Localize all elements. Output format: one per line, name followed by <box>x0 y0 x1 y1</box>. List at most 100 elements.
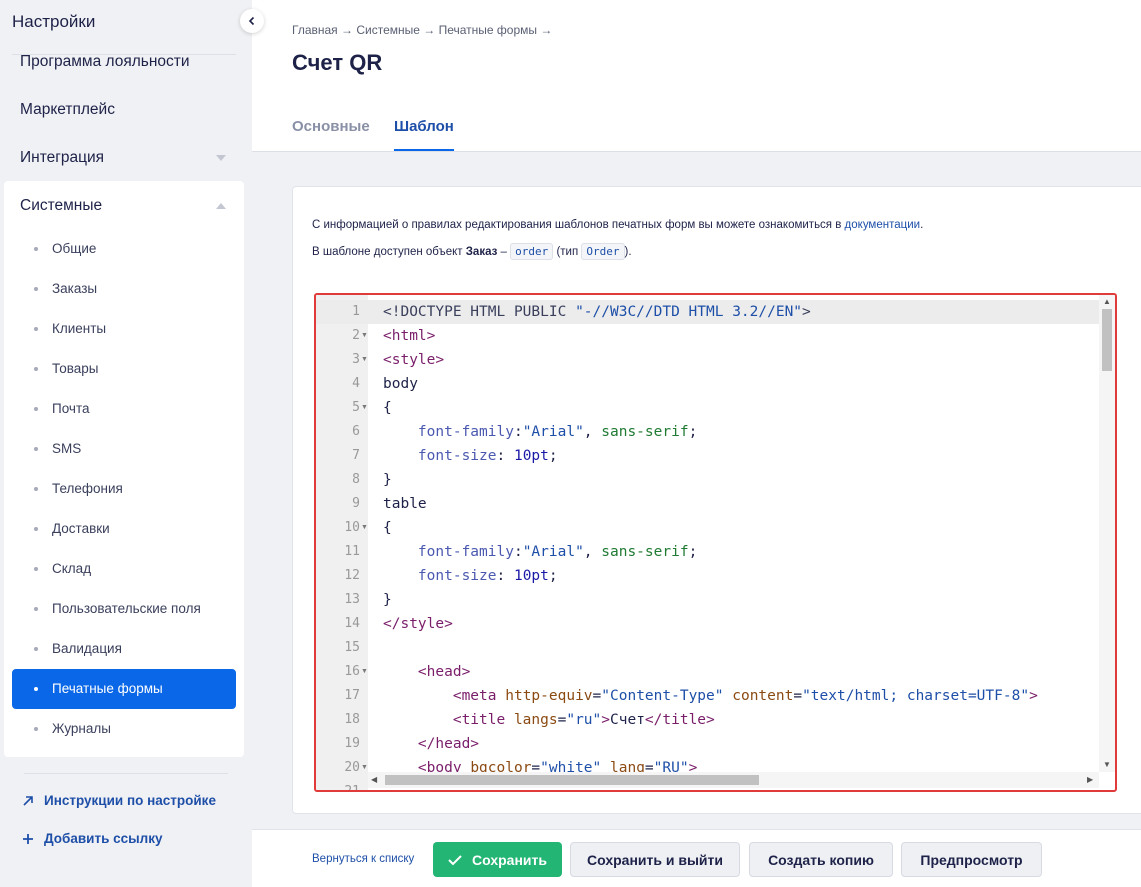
fold-toggle-icon[interactable]: ▼ <box>361 516 368 540</box>
sidebar-item-label: Системные <box>20 197 103 214</box>
code-line[interactable]: font-family:"Arial", sans-serif; <box>383 420 697 444</box>
instructions-link[interactable]: Инструкции по настройке <box>22 793 216 808</box>
sidebar-subitem-telephony[interactable]: Телефония <box>12 469 236 509</box>
code-line[interactable]: <meta http-equiv="Content-Type" content=… <box>383 684 1038 708</box>
line-number: 3 <box>352 352 360 367</box>
sidebar-subitem-custom-fields[interactable]: Пользовательские поля <box>12 589 236 629</box>
bullet <box>34 647 38 651</box>
tab-main[interactable]: Основные <box>292 118 370 149</box>
save-and-exit-button[interactable]: Сохранить и выйти <box>570 842 740 877</box>
sidebar-subitem-label: Телефония <box>52 481 123 496</box>
code-line[interactable]: font-size: 10pt; <box>383 564 558 588</box>
sidebar-item-integration[interactable]: Интеграция <box>20 149 240 167</box>
code-line[interactable]: table <box>383 492 427 516</box>
code-line[interactable]: <!DOCTYPE HTML PUBLIC "-//W3C//DTD HTML … <box>383 300 811 324</box>
scroll-down-arrow-icon[interactable]: ▼ <box>1103 760 1111 769</box>
line-number: 9 <box>352 496 360 511</box>
documentation-link[interactable]: документации <box>845 219 921 231</box>
bullet <box>34 727 38 731</box>
sidebar-subitem-logs[interactable]: Журналы <box>12 709 236 749</box>
variable-chip: order <box>510 243 554 260</box>
sidebar-subitem-label: Пользовательские поля <box>52 601 201 616</box>
line-number: 19 <box>344 736 360 751</box>
line-number: 2 <box>352 328 360 343</box>
line-number: 14 <box>344 616 360 631</box>
bullet <box>34 327 38 331</box>
code-line[interactable]: <html> <box>383 324 435 348</box>
fold-toggle-icon[interactable]: ▼ <box>361 660 368 684</box>
sidebar-subitem-label: Клиенты <box>52 321 107 336</box>
sidebar-subitem-warehouse[interactable]: Склад <box>12 549 236 589</box>
sidebar-subitem-products[interactable]: Товары <box>12 349 236 389</box>
sidebar-subitem-validation[interactable]: Валидация <box>12 629 236 669</box>
check-icon <box>448 854 462 865</box>
info-text: В шаблоне доступен объект <box>312 246 466 258</box>
bullet <box>34 487 38 491</box>
line-number: 4 <box>352 376 360 391</box>
save-button[interactable]: Сохранить <box>433 842 562 877</box>
scroll-right-arrow-icon[interactable]: ▶ <box>1087 775 1093 784</box>
sidebar-item-system[interactable]: Системные <box>20 197 240 215</box>
sidebar-subitem-delivery[interactable]: Доставки <box>12 509 236 549</box>
sidebar-subitem-general[interactable]: Общие <box>12 229 236 269</box>
arrow-up-right-icon <box>23 795 33 806</box>
line-number: 20 <box>344 760 360 775</box>
code-line[interactable]: { <box>383 516 392 540</box>
vertical-scrollbar[interactable]: ▲ ▼ <box>1099 295 1115 772</box>
sidebar-subitem-label: Журналы <box>52 721 111 736</box>
code-line[interactable]: <title langs="ru">Счет</title> <box>383 708 715 732</box>
code-line[interactable]: font-size: 10pt; <box>383 444 558 468</box>
breadcrumb[interactable]: Главная → Системные → Печатные формы → <box>292 23 552 37</box>
sidebar-subitem-label: Общие <box>52 241 97 256</box>
horizontal-scrollbar[interactable]: ◀ ▶ <box>368 772 1099 788</box>
code-editor[interactable]: 1 2 ▼ 3 ▼ 4 5 ▼ 6 7 8 9 10 ▼ 11 12 13 14 15 16 ▼ 17 18 19 20 ▼ 21 … <box>314 293 1117 792</box>
sidebar-subitem-sms[interactable]: SMS <box>12 429 236 469</box>
horizontal-scroll-thumb[interactable] <box>385 775 759 785</box>
object-name: Заказ <box>465 246 498 258</box>
fold-toggle-icon[interactable]: ▼ <box>361 348 368 372</box>
sidebar-item-label: Программа лояльности <box>20 53 190 70</box>
line-number: 16 <box>344 664 360 679</box>
code-line[interactable]: } <box>383 588 392 612</box>
sidebar-subitem-mail[interactable]: Почта <box>12 389 236 429</box>
code-line[interactable]: <style> <box>383 348 444 372</box>
divider <box>24 773 228 774</box>
sidebar-item-loyalty[interactable]: Программа лояльности <box>20 53 190 71</box>
code-line[interactable]: { <box>383 396 392 420</box>
back-to-list-link[interactable]: Вернуться к списку <box>312 853 414 865</box>
scroll-up-arrow-icon[interactable]: ▲ <box>1103 297 1111 306</box>
code-line[interactable]: </style> <box>383 612 453 636</box>
vertical-scroll-thumb[interactable] <box>1102 309 1112 371</box>
sidebar-subitem-label: Склад <box>52 561 92 576</box>
add-link-button[interactable]: Добавить ссылку <box>22 831 163 846</box>
sidebar-subitem-label: Товары <box>52 361 99 376</box>
line-number: 18 <box>344 712 360 727</box>
type-chip: Order <box>581 243 625 260</box>
scroll-left-arrow-icon[interactable]: ◀ <box>371 775 377 784</box>
sidebar-item-marketplace[interactable]: Маркетплейс <box>20 101 115 119</box>
preview-button[interactable]: Предпросмотр <box>901 842 1042 877</box>
create-copy-button[interactable]: Создать копию <box>749 842 893 877</box>
main-area: Главная → Системные → Печатные формы → С… <box>252 0 1141 887</box>
code-line[interactable]: <head> <box>383 660 470 684</box>
sidebar-subitem-label: Валидация <box>52 641 122 656</box>
bullet <box>34 527 38 531</box>
code-line[interactable]: body <box>383 372 418 396</box>
fold-toggle-icon[interactable]: ▼ <box>361 324 368 348</box>
sidebar-subitem-label: SMS <box>52 441 82 456</box>
fold-toggle-icon[interactable]: ▼ <box>361 756 368 780</box>
sidebar: Настройки Программа лояльности Маркетпле… <box>0 0 252 887</box>
collapse-sidebar-button[interactable] <box>240 9 264 33</box>
sidebar-subitem-orders[interactable]: Заказы <box>12 269 236 309</box>
info-object-text: В шаблоне доступен объект Заказ – order … <box>312 243 632 260</box>
sidebar-subitem-print-forms[interactable]: Печатные формы <box>12 669 236 709</box>
code-line[interactable]: font-family:"Arial", sans-serif; <box>383 540 697 564</box>
fold-toggle-icon[interactable]: ▼ <box>361 396 368 420</box>
code-line[interactable]: </head> <box>383 732 479 756</box>
tab-template[interactable]: Шаблон <box>394 118 454 151</box>
plus-icon <box>23 833 33 844</box>
sidebar-subitem-clients[interactable]: Клиенты <box>12 309 236 349</box>
line-number: 21 <box>344 784 360 792</box>
code-line[interactable]: } <box>383 468 392 492</box>
bullet <box>34 447 38 451</box>
